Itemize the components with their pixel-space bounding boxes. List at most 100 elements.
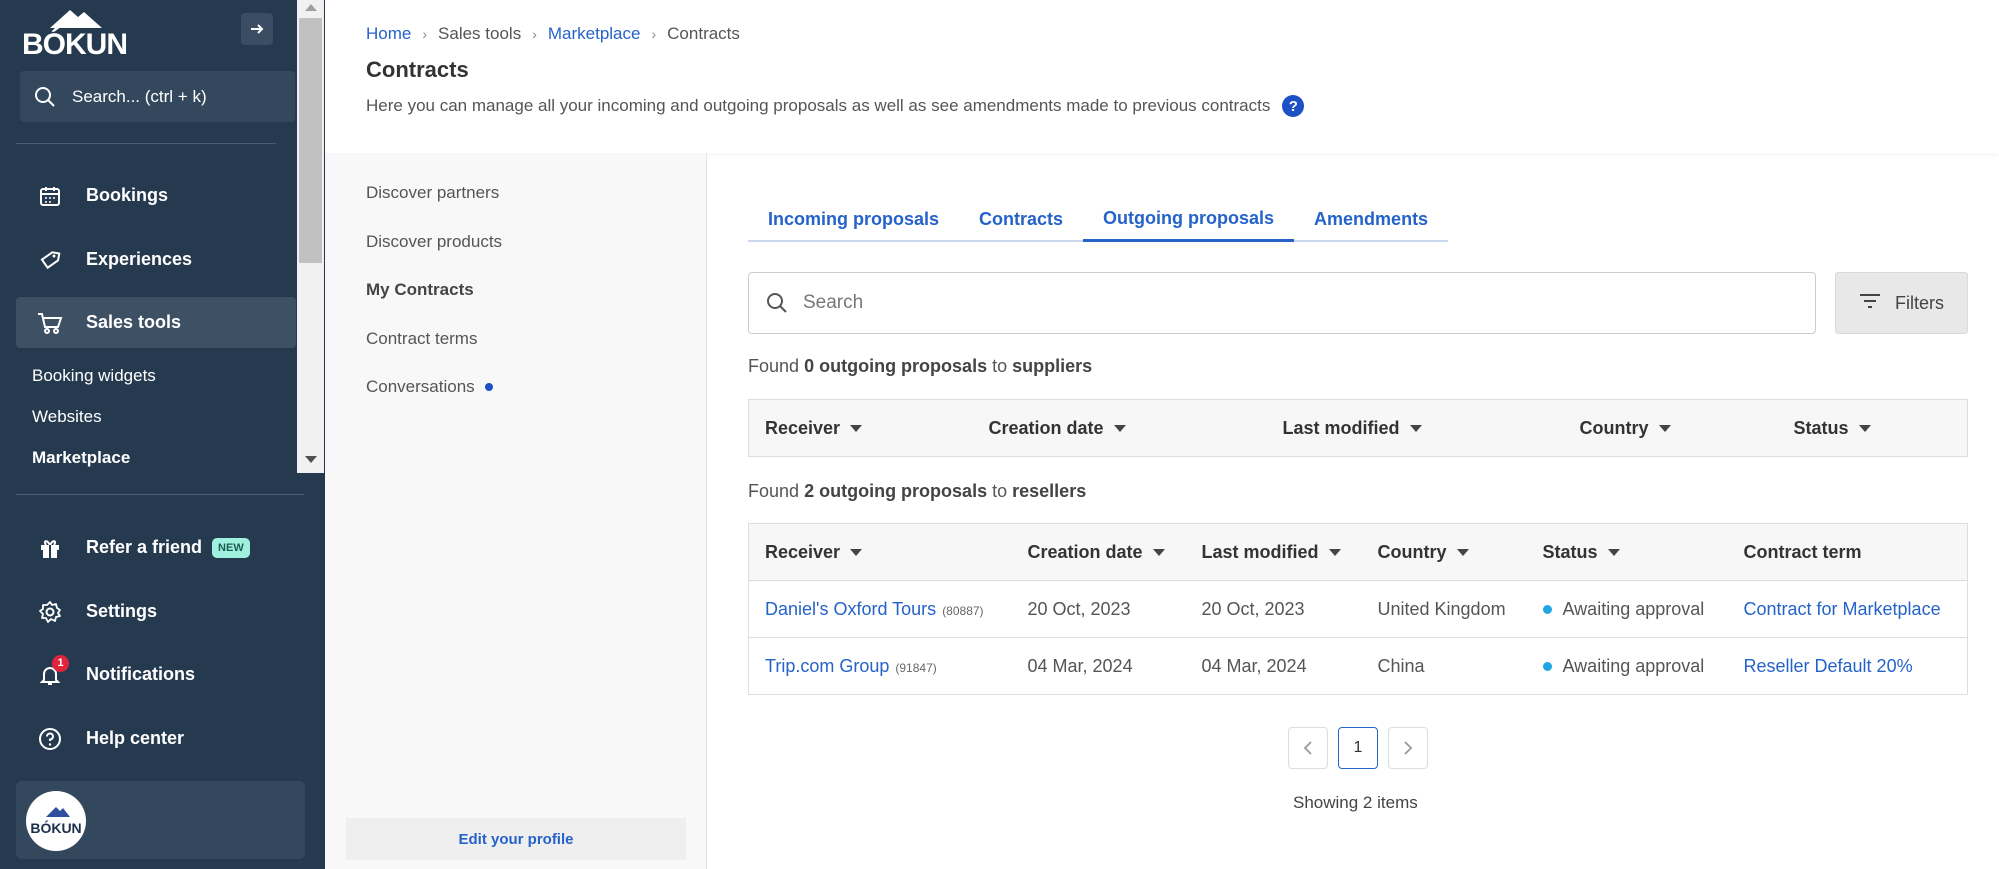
prev-page-button[interactable] [1288, 727, 1328, 769]
col-country-label: Country [1377, 541, 1447, 562]
sidebar-scrollbar[interactable] [297, 0, 324, 473]
page-title: Contracts [366, 57, 469, 82]
tab-incoming-proposals[interactable]: Incoming proposals [748, 197, 959, 242]
col-creation-date-label: Creation date [1027, 541, 1143, 562]
nav-marketplace[interactable]: Marketplace [32, 448, 130, 468]
bokun-logo[interactable]: BÓKUN [22, 8, 132, 61]
tab-contracts[interactable]: Contracts [959, 197, 1083, 242]
sort-caret-icon [1409, 425, 1422, 433]
status-label: Awaiting approval [1562, 655, 1705, 676]
breadcrumb: Home › Sales tools › Marketplace › Contr… [366, 24, 740, 44]
nav-notifications[interactable]: 1 Notifications [16, 649, 296, 700]
sidebar: BÓKUN Search... (ctrl + k) Bookings Expe… [0, 0, 325, 869]
scroll-down-arrow[interactable] [305, 456, 317, 463]
breadcrumb-marketplace[interactable]: Marketplace [548, 24, 641, 44]
cell-status: Awaiting approval [1526, 580, 1728, 638]
cell-status: Awaiting approval [1526, 637, 1728, 695]
bell-icon: 1 [36, 654, 69, 689]
suppliers-table: Receiver Creation date Last modified Cou… [748, 399, 1968, 457]
divider [16, 494, 304, 495]
col-receiver[interactable]: Receiver [748, 399, 973, 457]
col-country-label: Country [1579, 417, 1649, 438]
receiver-link[interactable]: Daniel's Oxford Tours [765, 599, 936, 619]
scroll-up-arrow[interactable] [305, 4, 317, 11]
help-icon[interactable]: ? [1282, 95, 1305, 117]
col-status[interactable]: Status [1777, 399, 1968, 457]
col-last-modified[interactable]: Last modified [1266, 399, 1564, 457]
col-country[interactable]: Country [1563, 399, 1778, 457]
status-dot-icon [1542, 605, 1552, 615]
col-status-label: Status [1793, 417, 1849, 438]
filters-button[interactable]: Filters [1835, 272, 1968, 334]
pagination: 1 [1288, 727, 1438, 769]
sidebar-search[interactable]: Search... (ctrl + k) [20, 71, 295, 122]
cell-contract-term: Reseller Default 20% [1727, 637, 1968, 695]
breadcrumb-separator-icon: › [422, 26, 428, 42]
found-to: to [992, 481, 1008, 501]
col-receiver-label: Receiver [765, 541, 841, 562]
chevron-right-icon [1404, 741, 1413, 755]
profile-switcher[interactable]: BÓKUN [16, 781, 305, 859]
scroll-thumb[interactable] [299, 18, 322, 263]
found-prefix: Found [748, 481, 800, 501]
col-status-label: Status [1542, 541, 1598, 562]
col-country[interactable]: Country [1361, 523, 1527, 581]
sort-caret-icon [1328, 549, 1341, 557]
table-header-row: Receiver Creation date Last modified Cou… [748, 523, 1968, 581]
bokun-avatar-logo: BÓKUN [30, 807, 82, 836]
receiver-link[interactable]: Trip.com Group [765, 656, 889, 676]
col-status[interactable]: Status [1526, 523, 1728, 581]
contract-term-link[interactable]: Contract for Marketplace [1744, 599, 1941, 619]
subnav-discover-partners[interactable]: Discover partners [366, 183, 499, 203]
subnav-contract-terms[interactable]: Contract terms [366, 329, 477, 349]
nav-booking-widgets[interactable]: Booking widgets [32, 366, 156, 386]
filter-icon [1859, 293, 1881, 314]
breadcrumb-home[interactable]: Home [366, 24, 411, 44]
nav-settings[interactable]: Settings [16, 586, 296, 637]
page-description: Here you can manage all your incoming an… [366, 95, 1305, 117]
nav-help-center[interactable]: Help center [16, 713, 296, 764]
new-badge: NEW [212, 537, 250, 558]
search-icon [767, 293, 787, 313]
status-label: Awaiting approval [1562, 598, 1705, 619]
search-icon [35, 86, 55, 107]
page-1-button[interactable]: 1 [1338, 727, 1378, 769]
edit-profile-button[interactable]: Edit your profile [346, 818, 686, 860]
sort-caret-icon [1607, 549, 1620, 557]
search-input[interactable] [803, 292, 1703, 314]
found-prefix: Found [748, 356, 800, 376]
table-header-row: Receiver Creation date Last modified Cou… [748, 399, 1968, 457]
subnav-my-contracts[interactable]: My Contracts [366, 280, 474, 300]
nav-sales-tools[interactable]: Sales tools [16, 297, 296, 348]
suppliers-found-summary: Found 0 outgoing proposals to suppliers [748, 356, 1092, 377]
next-page-button[interactable] [1388, 727, 1428, 769]
collapse-sidebar-button[interactable] [241, 13, 273, 45]
subnav-discover-products[interactable]: Discover products [366, 232, 502, 252]
sort-caret-icon [1456, 549, 1469, 557]
nav-refer-a-friend[interactable]: Refer a friend NEW [16, 522, 296, 573]
col-creation-date[interactable]: Creation date [972, 399, 1267, 457]
tab-outgoing-proposals[interactable]: Outgoing proposals [1083, 197, 1295, 242]
col-receiver[interactable]: Receiver [748, 523, 1012, 581]
cart-icon [36, 309, 64, 337]
nav-websites[interactable]: Websites [32, 407, 102, 427]
col-creation-date[interactable]: Creation date [1011, 523, 1186, 581]
nav-bookings[interactable]: Bookings [16, 170, 296, 221]
table-row: Trip.com Group (91847) 04 Mar, 2024 04 Ma… [748, 637, 1968, 695]
resellers-table: Receiver Creation date Last modified Cou… [748, 523, 1968, 695]
nav-experiences[interactable]: Experiences [16, 234, 296, 285]
sort-caret-icon [1113, 425, 1126, 433]
col-last-modified[interactable]: Last modified [1185, 523, 1362, 581]
filters-label: Filters [1895, 292, 1944, 313]
sidebar-search-label: Search... (ctrl + k) [72, 86, 207, 106]
sort-caret-icon [850, 425, 863, 433]
breadcrumb-separator-icon: › [651, 26, 657, 42]
receiver-id: (91847) [895, 660, 937, 675]
breadcrumb-separator-icon: › [532, 26, 537, 42]
nav-notifications-label: Notifications [86, 664, 196, 684]
contract-term-link[interactable]: Reseller Default 20% [1744, 656, 1913, 676]
subnav-conversations[interactable]: Conversations [366, 377, 493, 397]
tab-amendments[interactable]: Amendments [1294, 197, 1448, 242]
breadcrumb-contracts: Contracts [667, 24, 740, 43]
resellers-target: resellers [1012, 481, 1087, 501]
